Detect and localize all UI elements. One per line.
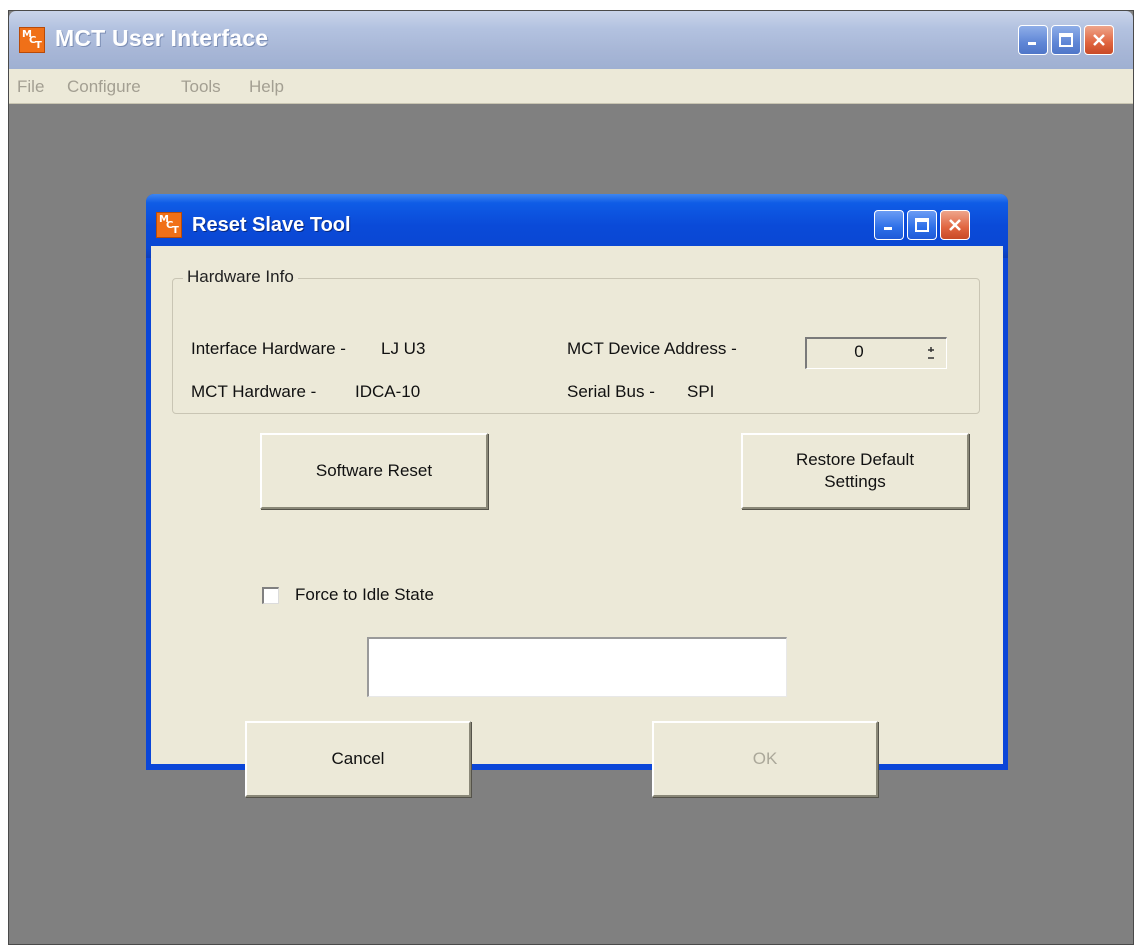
device-address-value[interactable]: 0 xyxy=(807,342,911,362)
dialog-close-button[interactable] xyxy=(940,210,970,240)
dialog-minimize-button[interactable] xyxy=(874,210,904,240)
maximize-button[interactable] xyxy=(1051,25,1081,55)
cancel-button[interactable]: Cancel xyxy=(245,721,471,797)
ok-button[interactable]: OK xyxy=(652,721,878,797)
mct-hardware-value: IDCA-10 xyxy=(355,382,421,401)
dialog-maximize-button[interactable] xyxy=(907,210,937,240)
menu-bar: File Configure Tools Help xyxy=(9,69,1133,104)
spin-down-icon xyxy=(928,356,934,359)
spinner-buttons xyxy=(920,342,942,364)
restore-defaults-label-line1: Restore Default xyxy=(795,450,915,469)
hardware-info-group: Hardware Info Interface Hardware - LJ U3… xyxy=(172,267,980,414)
maximize-icon xyxy=(1059,33,1073,47)
force-idle-label[interactable]: Force to Idle State xyxy=(295,585,434,605)
window-title: MCT User Interface xyxy=(55,25,269,51)
minimize-button[interactable] xyxy=(1018,25,1048,55)
main-titlebar[interactable]: M C T MCT User Interface xyxy=(9,11,1133,69)
close-icon xyxy=(949,219,961,231)
close-icon xyxy=(1093,34,1105,46)
restore-defaults-label-line2: Settings xyxy=(824,472,886,491)
spin-down-button[interactable] xyxy=(920,353,942,364)
close-button[interactable] xyxy=(1084,25,1114,55)
spin-up-icon xyxy=(928,346,934,352)
spin-up-button[interactable] xyxy=(920,342,942,353)
dialog-client-area: Hardware Info Interface Hardware - LJ U3… xyxy=(151,246,1003,797)
mct-hardware-label: MCT Hardware - xyxy=(191,382,317,401)
menu-configure[interactable]: Configure xyxy=(67,77,141,97)
device-address-label: MCT Device Address - xyxy=(567,339,737,358)
interface-hardware-label: Interface Hardware - xyxy=(191,339,346,358)
reset-slave-dialog: M C T Reset Slave Tool Hardware Info Int… xyxy=(146,194,1008,797)
menu-tools[interactable]: Tools xyxy=(181,77,221,97)
software-reset-button[interactable]: Software Reset xyxy=(260,433,488,509)
hardware-info-label: Hardware Info xyxy=(183,267,298,287)
serial-bus-value: SPI xyxy=(687,382,715,401)
menu-file[interactable]: File xyxy=(17,77,44,97)
app-icon: M C T xyxy=(19,27,45,53)
serial-bus-label: Serial Bus - xyxy=(567,382,655,401)
force-idle-checkbox[interactable] xyxy=(262,587,279,604)
minimize-icon xyxy=(1028,42,1036,45)
menu-help[interactable]: Help xyxy=(249,77,284,97)
device-address-spinner[interactable]: 0 xyxy=(805,337,947,369)
maximize-icon xyxy=(915,218,929,232)
dialog-title: Reset Slave Tool xyxy=(192,214,351,236)
cancel-label: Cancel xyxy=(331,749,385,768)
dialog-app-icon: M C T xyxy=(156,212,182,238)
interface-hardware-value: LJ U3 xyxy=(381,339,426,358)
minimize-icon xyxy=(884,227,892,230)
status-display xyxy=(367,637,787,697)
software-reset-label: Software Reset xyxy=(315,461,433,480)
restore-default-settings-button[interactable]: Restore Default Settings xyxy=(741,433,969,509)
ok-label: OK xyxy=(752,749,778,768)
